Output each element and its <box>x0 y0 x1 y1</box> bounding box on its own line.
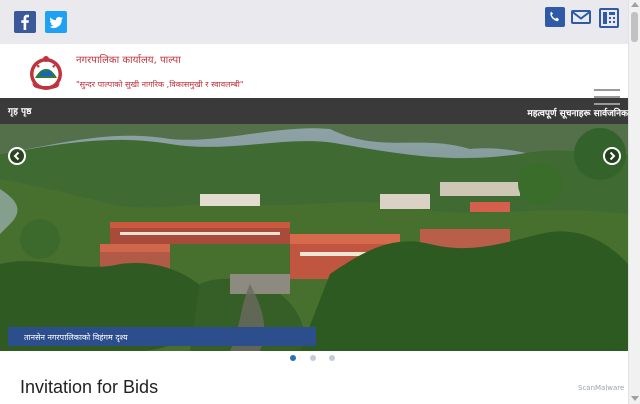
slide-indicator-2[interactable] <box>310 355 316 361</box>
scroll-up-icon[interactable] <box>631 2 639 7</box>
facebook-icon[interactable] <box>14 11 36 33</box>
scanmalware-watermark: ScanMalware <box>578 384 625 392</box>
menu-toggle-icon[interactable] <box>594 89 620 105</box>
slide-indicator-1[interactable] <box>290 355 296 361</box>
hero-slider <box>0 124 628 351</box>
slider-next-button[interactable] <box>603 147 621 165</box>
nav-home-link[interactable]: गृह पृष्ठ <box>8 104 31 117</box>
office-name[interactable]: नगरपालिका कार्यालय, पाल्पा <box>76 52 181 66</box>
site-header: नगरपालिका कार्यालय, पाल्पा "सुन्दर पाल्प… <box>0 44 628 98</box>
page-scrollbar[interactable] <box>628 0 640 404</box>
twitter-icon[interactable] <box>45 11 67 33</box>
slide-caption: तानसेन नगरपालिकाको विहंगम दृश्य <box>8 327 316 346</box>
slide-indicator-3[interactable] <box>329 355 335 361</box>
nepal-emblem-logo[interactable] <box>24 50 68 94</box>
news-marquee[interactable]: महत्वपूर्ण सूचनाहरू सार्वजनिक <box>527 106 628 119</box>
scroll-down-icon[interactable] <box>631 396 639 401</box>
page: नगरपालिका कार्यालय, पाल्पा "सुन्दर पाल्प… <box>0 0 640 404</box>
scrollbar-thumb[interactable] <box>631 12 638 42</box>
slider-prev-button[interactable] <box>8 147 26 165</box>
slider-indicators <box>0 355 628 365</box>
top-bar <box>0 0 628 44</box>
mail-icon[interactable] <box>570 6 592 28</box>
office-tagline: "सुन्दर पाल्पाको सुखी नागरिक ,विकासमुखी … <box>76 80 244 89</box>
fax-icon[interactable] <box>598 6 620 28</box>
slide-photo <box>0 124 628 351</box>
section-title: Invitation for Bids <box>20 377 159 397</box>
main-nav: गृह पृष्ठ महत्वपूर्ण सूचनाहरू सार्वजनिक <box>0 98 628 124</box>
phone-icon[interactable] <box>544 6 566 28</box>
